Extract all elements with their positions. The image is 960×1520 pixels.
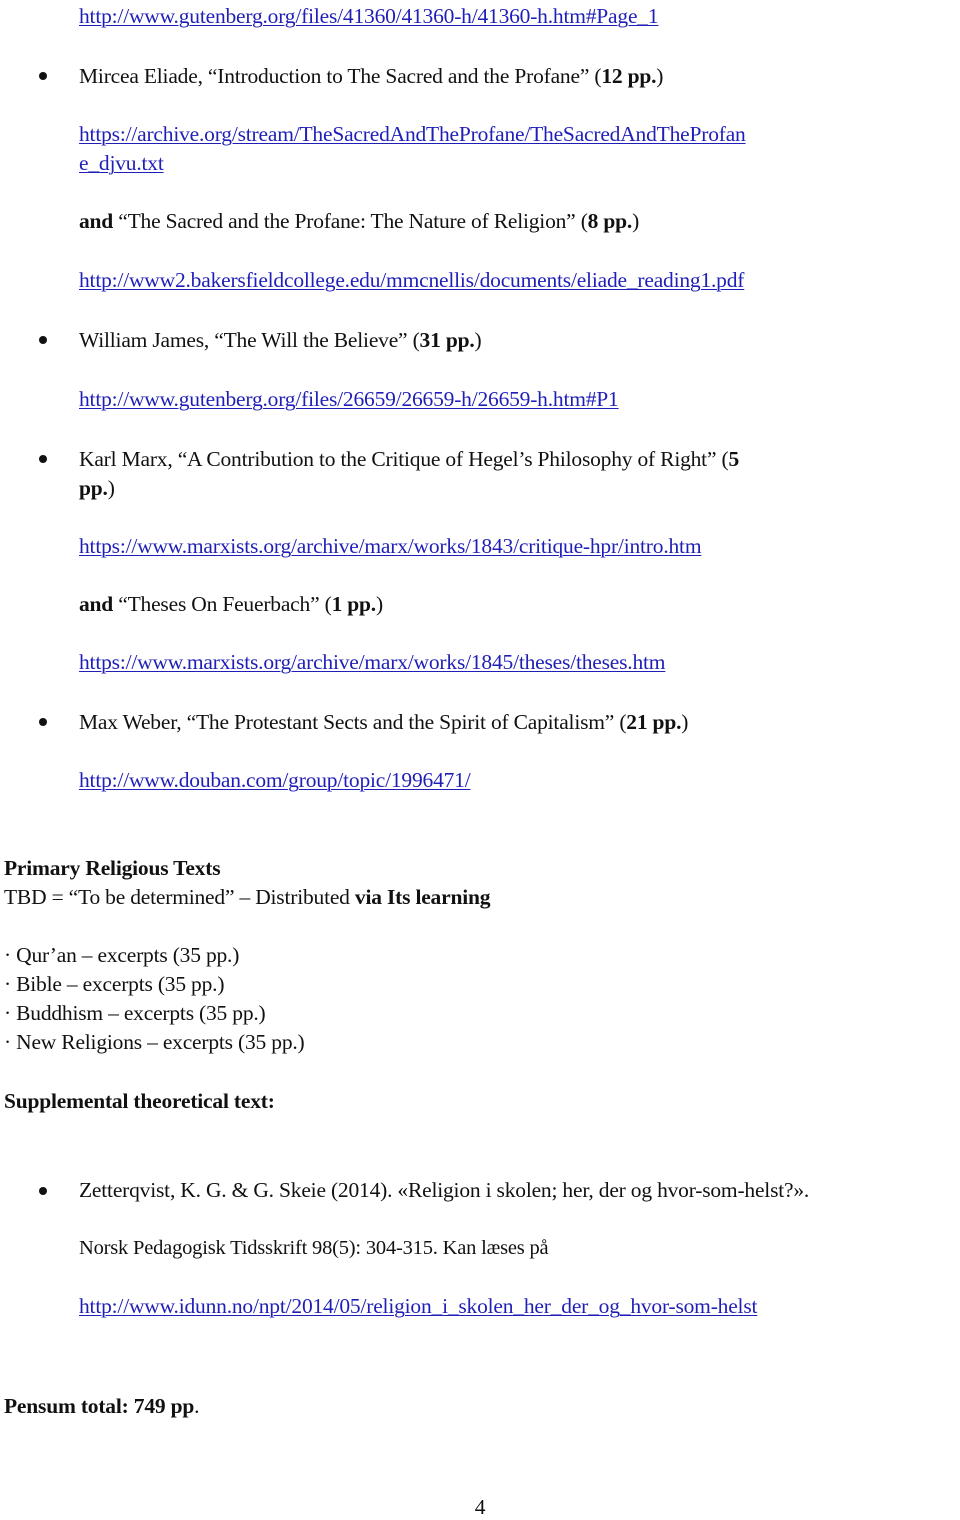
bullet-icon xyxy=(39,455,47,463)
tbd-text: TBD = “To be determined” – Distributed xyxy=(4,885,355,909)
reading-author: Max Weber, xyxy=(79,710,187,734)
primary-item: · Qur’an – excerpts (35 pp.) xyxy=(4,943,240,967)
reading-author: Mircea Eliade, xyxy=(79,64,208,88)
reading-title: “The Will the Believe” xyxy=(214,328,408,352)
bakersfield-link[interactable]: http://www2.bakersfieldcollege.edu/mmcne… xyxy=(79,267,744,293)
primary-item: · Bible – excerpts (35 pp.) xyxy=(4,972,225,996)
archive-link-line2[interactable]: e_djvu.txt xyxy=(79,150,164,176)
primary-item: · Buddhism – excerpts (35 pp.) xyxy=(4,1001,266,1025)
and-label: and xyxy=(79,209,114,233)
primary-texts-heading: Primary Religious Texts xyxy=(4,856,221,880)
reading-title: “A Contribution to the Critique of Hegel… xyxy=(177,447,717,471)
and-label: and xyxy=(79,592,114,616)
page-number: 4 xyxy=(474,1495,486,1519)
supplemental-heading: Supplemental theoretical text: xyxy=(4,1089,275,1113)
pensum-total-period: . xyxy=(194,1394,200,1418)
douban-link[interactable]: http://www.douban.com/group/topic/199647… xyxy=(79,767,471,793)
reading-author: William James, xyxy=(79,328,215,352)
bullet-icon xyxy=(39,336,47,344)
reading-pages-part1: 5 xyxy=(728,447,740,471)
reading-pages-part2: pp. xyxy=(79,476,108,500)
reading-title: “Introduction to The Sacred and the Prof… xyxy=(207,64,590,88)
gutenberg-41360-link[interactable]: http://www.gutenberg.org/files/41360/413… xyxy=(79,3,659,29)
reading-marx-cont: pp.) xyxy=(79,476,115,500)
idunn-link[interactable]: http://www.idunn.no/npt/2014/05/religion… xyxy=(79,1293,757,1319)
citation-line2: Norsk Pedagogisk Tidsskrift 98(5): 304-3… xyxy=(79,1237,549,1259)
reading-title: “Theses On Feuerbach” xyxy=(118,592,320,616)
pensum-total: Pensum total: 749 pp. xyxy=(4,1393,200,1419)
reading-marx: Karl Marx, “A Contribution to the Critiq… xyxy=(79,447,740,471)
reading-marx-and: and “Theses On Feuerbach” (1 pp.) xyxy=(79,592,383,616)
reading-author: Karl Marx, xyxy=(79,447,178,471)
reading-title: “The Sacred and the Profane: The Nature … xyxy=(118,209,576,233)
bullet-icon xyxy=(39,718,47,726)
gutenberg-26659-link[interactable]: http://www.gutenberg.org/files/26659/266… xyxy=(79,386,619,412)
tbd-note: TBD = “To be determined” – Distributed v… xyxy=(4,884,490,910)
reading-james: William James, “The Will the Believe” (3… xyxy=(79,328,482,352)
reading-title: “The Protestant Sects and the Spirit of … xyxy=(186,710,615,734)
tbd-bold: via Its learning xyxy=(354,885,491,909)
marxists-1845-link[interactable]: https://www.marxists.org/archive/marx/wo… xyxy=(79,649,666,675)
reading-pages: 21 pp. xyxy=(626,710,682,734)
bullet-icon xyxy=(39,72,47,80)
bullet-icon xyxy=(39,1187,47,1195)
reading-pages: 31 pp. xyxy=(419,328,475,352)
reading-eliade-and: and “The Sacred and the Profane: The Nat… xyxy=(79,209,640,233)
reading-pages: 12 pp. xyxy=(601,64,657,88)
reading-eliade: Mircea Eliade, “Introduction to The Sacr… xyxy=(79,64,664,88)
pensum-total-label: Pensum total: 749 pp xyxy=(4,1394,195,1418)
citation-line1: Zetterqvist, K. G. & G. Skeie (2014). «R… xyxy=(79,1178,810,1202)
archive-link-line1[interactable]: https://archive.org/stream/TheSacredAndT… xyxy=(79,121,746,147)
reading-pages: 8 pp. xyxy=(587,209,633,233)
primary-item: · New Religions – excerpts (35 pp.) xyxy=(4,1030,305,1054)
reading-pages: 1 pp. xyxy=(331,592,377,616)
reading-weber: Max Weber, “The Protestant Sects and the… xyxy=(79,710,689,734)
marxists-1843-link[interactable]: https://www.marxists.org/archive/marx/wo… xyxy=(79,533,702,559)
